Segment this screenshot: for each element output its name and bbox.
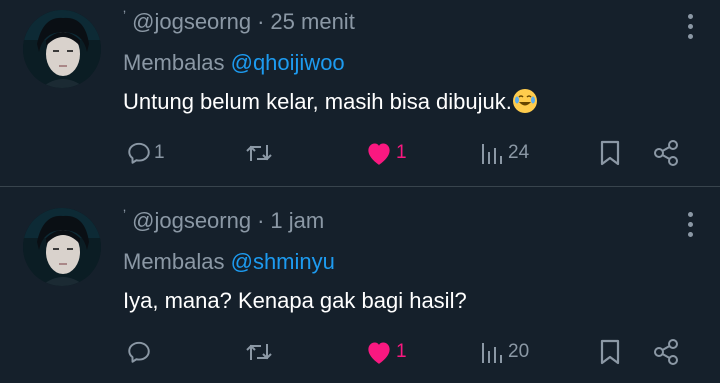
tweet-header: ʼ @jogseorng · 25 menit	[123, 8, 355, 36]
timestamp[interactable]: 1 jam	[270, 208, 324, 234]
share-icon	[654, 339, 678, 365]
like-count: 1	[396, 341, 407, 362]
divider	[0, 186, 720, 187]
retweet-icon	[246, 344, 272, 360]
timestamp[interactable]: 25 menit	[270, 9, 354, 35]
views-button[interactable]: 24	[480, 136, 529, 170]
tweet-header: ʼ @jogseorng · 1 jam	[123, 207, 324, 235]
time-separator: ·	[257, 208, 265, 233]
bookmark-button[interactable]	[598, 136, 622, 170]
retweet-button[interactable]	[244, 136, 274, 170]
action-bar: 1 1 24	[0, 136, 720, 170]
verified-mark-icon: ʼ	[123, 8, 127, 24]
views-button[interactable]: 20	[480, 335, 529, 369]
view-count: 24	[508, 142, 530, 163]
avatar[interactable]	[23, 208, 101, 286]
action-bar: 1 20	[0, 335, 720, 369]
face-with-tears-of-joy-icon	[512, 89, 537, 113]
reply-context: Membalas @shminyu	[123, 249, 335, 275]
like-count: 1	[396, 142, 407, 163]
verified-mark-icon: ʼ	[123, 207, 127, 223]
reply-count: 1	[154, 142, 165, 163]
share-icon	[654, 140, 678, 166]
reply-context: Membalas @qhoijiwoo	[123, 50, 345, 76]
retweet-button[interactable]	[244, 335, 274, 369]
tweet-text-content: Untung belum kelar, masih bisa dibujuk.	[123, 89, 512, 114]
heart-icon	[368, 143, 390, 165]
heart-icon	[368, 342, 390, 364]
username-handle[interactable]: @jogseorng	[132, 208, 251, 234]
reply-icon	[128, 142, 150, 164]
share-button[interactable]	[652, 335, 680, 369]
bookmark-icon	[600, 140, 620, 166]
bookmark-button[interactable]	[598, 335, 622, 369]
bookmark-icon	[600, 339, 620, 365]
views-chart-icon	[482, 343, 502, 363]
reply-mention[interactable]: @shminyu	[231, 249, 335, 274]
time-separator: ·	[257, 9, 265, 34]
share-button[interactable]	[652, 136, 680, 170]
tweet-text: Untung belum kelar, masih bisa dibujuk.	[123, 89, 537, 115]
tweet[interactable]: ʼ @jogseorng · 25 menit Membalas @qhoiji…	[0, 0, 720, 186]
retweet-icon	[246, 145, 272, 161]
more-options-icon[interactable]	[688, 14, 694, 44]
view-count: 20	[508, 341, 530, 362]
tweet-text: Iya, mana? Kenapa gak bagi hasil?	[123, 288, 467, 314]
tweet-text-content: Iya, mana? Kenapa gak bagi hasil?	[123, 288, 467, 313]
reply-prefix: Membalas	[123, 249, 225, 274]
reply-icon	[128, 341, 150, 363]
username-handle[interactable]: @jogseorng	[132, 9, 251, 35]
reply-button[interactable]: 1	[126, 136, 165, 170]
like-button[interactable]: 1	[364, 335, 407, 369]
views-chart-icon	[482, 144, 502, 164]
reply-mention[interactable]: @qhoijiwoo	[231, 50, 345, 75]
reply-button[interactable]	[126, 335, 152, 369]
more-options-icon[interactable]	[688, 212, 694, 242]
reply-prefix: Membalas	[123, 50, 225, 75]
like-button[interactable]: 1	[364, 136, 407, 170]
avatar[interactable]	[23, 10, 101, 88]
